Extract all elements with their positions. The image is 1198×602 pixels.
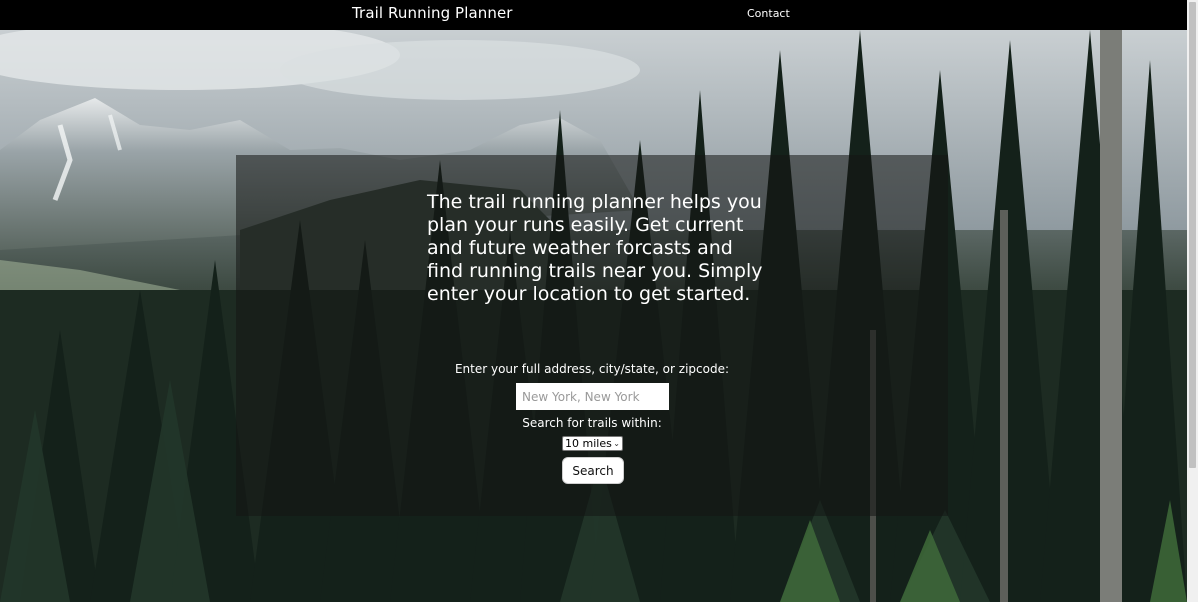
intro-panel: The trail running planner helps you plan… (236, 155, 948, 516)
chevron-down-icon: ⌄ (613, 439, 620, 448)
address-input[interactable] (516, 383, 669, 410)
address-label: Enter your full address, city/state, or … (454, 362, 730, 376)
scrollbar-thumb[interactable] (1189, 2, 1196, 468)
intro-text: The trail running planner helps you plan… (427, 191, 763, 305)
search-button[interactable]: Search (562, 457, 624, 484)
nav-link-contact[interactable]: Contact (747, 7, 790, 20)
radius-label: Search for trails within: (522, 416, 662, 430)
brand-link[interactable]: Trail Running Planner (352, 4, 513, 22)
top-navbar: Trail Running Planner Contact (0, 0, 1187, 30)
radius-selected-value: 10 miles (565, 437, 612, 450)
radius-select[interactable]: 10 miles ⌄ (562, 436, 623, 451)
page-scrollbar[interactable] (1187, 0, 1198, 602)
